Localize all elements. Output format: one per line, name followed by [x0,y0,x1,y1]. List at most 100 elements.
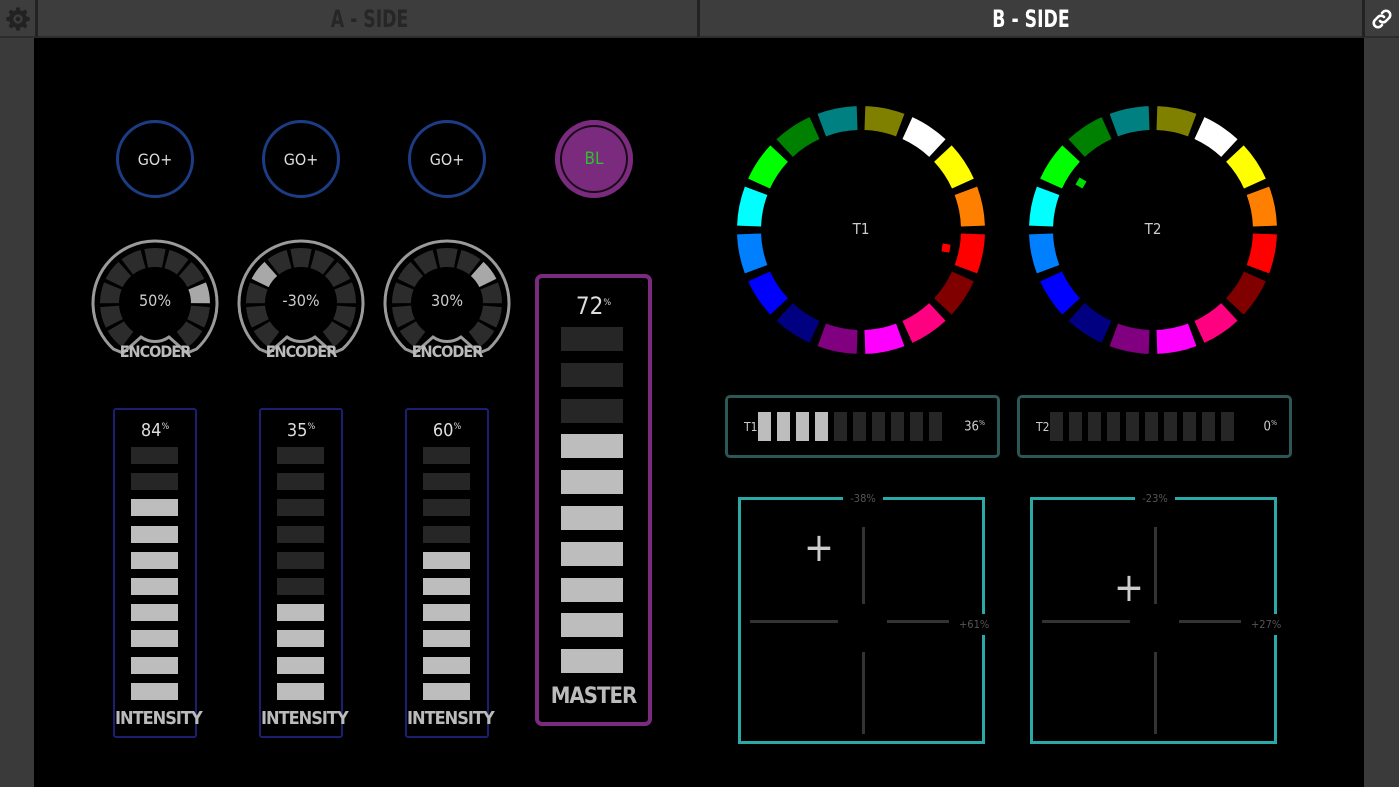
color-segment[interactable] [776,117,820,157]
fader-bar [131,682,178,700]
intensity-fader-2[interactable]: 35% INTENSITY [259,408,349,738]
fader-bar [277,656,324,674]
intensity-fader-3[interactable]: 60% INTENSITY [405,408,495,738]
crosshair-line [862,652,865,734]
color-segment[interactable] [902,117,946,157]
go-button-1[interactable]: GO+ [116,120,194,198]
tbar-1[interactable]: T1 36% [725,395,1000,458]
tbar-segment [891,412,904,441]
color-segment[interactable] [1068,117,1112,157]
fader-bar [423,682,470,700]
color-segment[interactable] [1040,271,1080,315]
wheel-indicator[interactable] [941,243,951,253]
color-segment[interactable] [934,145,974,189]
color-segment[interactable] [1194,117,1238,157]
tbar-segment [910,412,923,441]
color-segment[interactable] [1040,145,1080,189]
master-bar [561,434,623,459]
pad-position-marker[interactable]: + [799,528,839,568]
color-segment[interactable] [1246,233,1277,274]
tbar-value: 36% [964,419,985,435]
encoder-value: 30% [431,291,463,310]
fader-bar [277,447,324,464]
color-segment[interactable] [1226,145,1266,189]
tbar-segment [1202,412,1215,441]
fader-bar [423,551,470,569]
link-button[interactable] [1362,0,1399,37]
color-segment[interactable] [817,323,858,354]
master-fader[interactable]: 72% MASTER [535,274,652,726]
crosshair-line [1179,620,1241,623]
fader-bar [423,578,470,595]
crosshair-line [1154,652,1157,734]
color-segment[interactable] [1068,303,1112,343]
color-segment[interactable] [864,323,905,354]
color-segment[interactable] [902,303,946,343]
crosshair-line [887,620,949,623]
fader-bar [131,551,178,569]
color-segment[interactable] [748,145,788,189]
fader-label: INTENSITY [407,708,495,729]
tbar-segment [1050,412,1063,441]
fader-bar [277,578,324,595]
fader-bar [277,525,324,543]
settings-button[interactable] [0,0,38,37]
master-bar [561,577,623,602]
master-bar [561,398,623,423]
tbar-segment [815,412,828,441]
xy-pad-2[interactable]: -23% +27% + [1030,492,1284,744]
tbar-segment [1221,412,1234,441]
master-bar [561,470,623,495]
color-segment[interactable] [1109,106,1150,137]
fader-bar [131,630,178,648]
color-segment[interactable] [1156,106,1197,137]
color-segment[interactable] [1194,303,1238,343]
color-segment[interactable] [864,106,905,137]
fader-bar [423,473,470,491]
xy-pad-1[interactable]: -38% +61% + [738,492,992,744]
tbar-label: T1 [744,420,758,434]
blackout-button[interactable]: BL [555,120,633,198]
wheel-label-t2: T2 [1144,220,1162,238]
wheel-indicator[interactable] [1075,177,1087,189]
tbar-segment [777,412,790,441]
crosshair-line [1042,620,1130,623]
encoder-value: 50% [139,291,171,310]
crosshair-line [750,620,838,623]
fader-bar [277,682,324,700]
color-segment[interactable] [934,271,974,315]
master-bar [561,327,623,351]
encoder-value: -30% [282,291,320,310]
fader-bar [423,604,470,622]
tbar-segment [1069,412,1082,441]
color-segment[interactable] [1029,233,1060,274]
color-segment[interactable] [1109,323,1150,354]
tab-b-side[interactable]: B - SIDE [766,0,1296,37]
color-segment[interactable] [1156,323,1197,354]
pad-x-value: +61% [957,614,992,635]
encoder-label: ENCODER [265,342,338,361]
fader-bar [277,473,324,491]
color-segment[interactable] [748,271,788,315]
pad-y-value: -23% [1135,492,1175,505]
pad-y-value: -38% [843,492,883,505]
pad-position-marker[interactable]: + [1109,568,1149,608]
tbar-label: T2 [1036,420,1050,434]
color-segment[interactable] [776,303,820,343]
tab-a-side[interactable]: A - SIDE [108,0,632,37]
fader-value: 84% [140,420,170,441]
tbar-2[interactable]: T2 0% [1017,395,1292,458]
color-segment[interactable] [817,106,858,137]
color-segment[interactable] [1029,186,1060,227]
color-segment[interactable] [954,186,985,227]
fader-bar [131,447,178,464]
color-segment[interactable] [737,233,768,274]
color-segment[interactable] [737,186,768,227]
color-segment[interactable] [1246,186,1277,227]
go-button-2[interactable]: GO+ [262,120,340,198]
go-button-3[interactable]: GO+ [408,120,486,198]
color-segment[interactable] [954,233,985,274]
color-segment[interactable] [1226,271,1266,315]
intensity-fader-1[interactable]: 84% INTENSITY [113,408,203,738]
fader-bar [131,578,178,595]
